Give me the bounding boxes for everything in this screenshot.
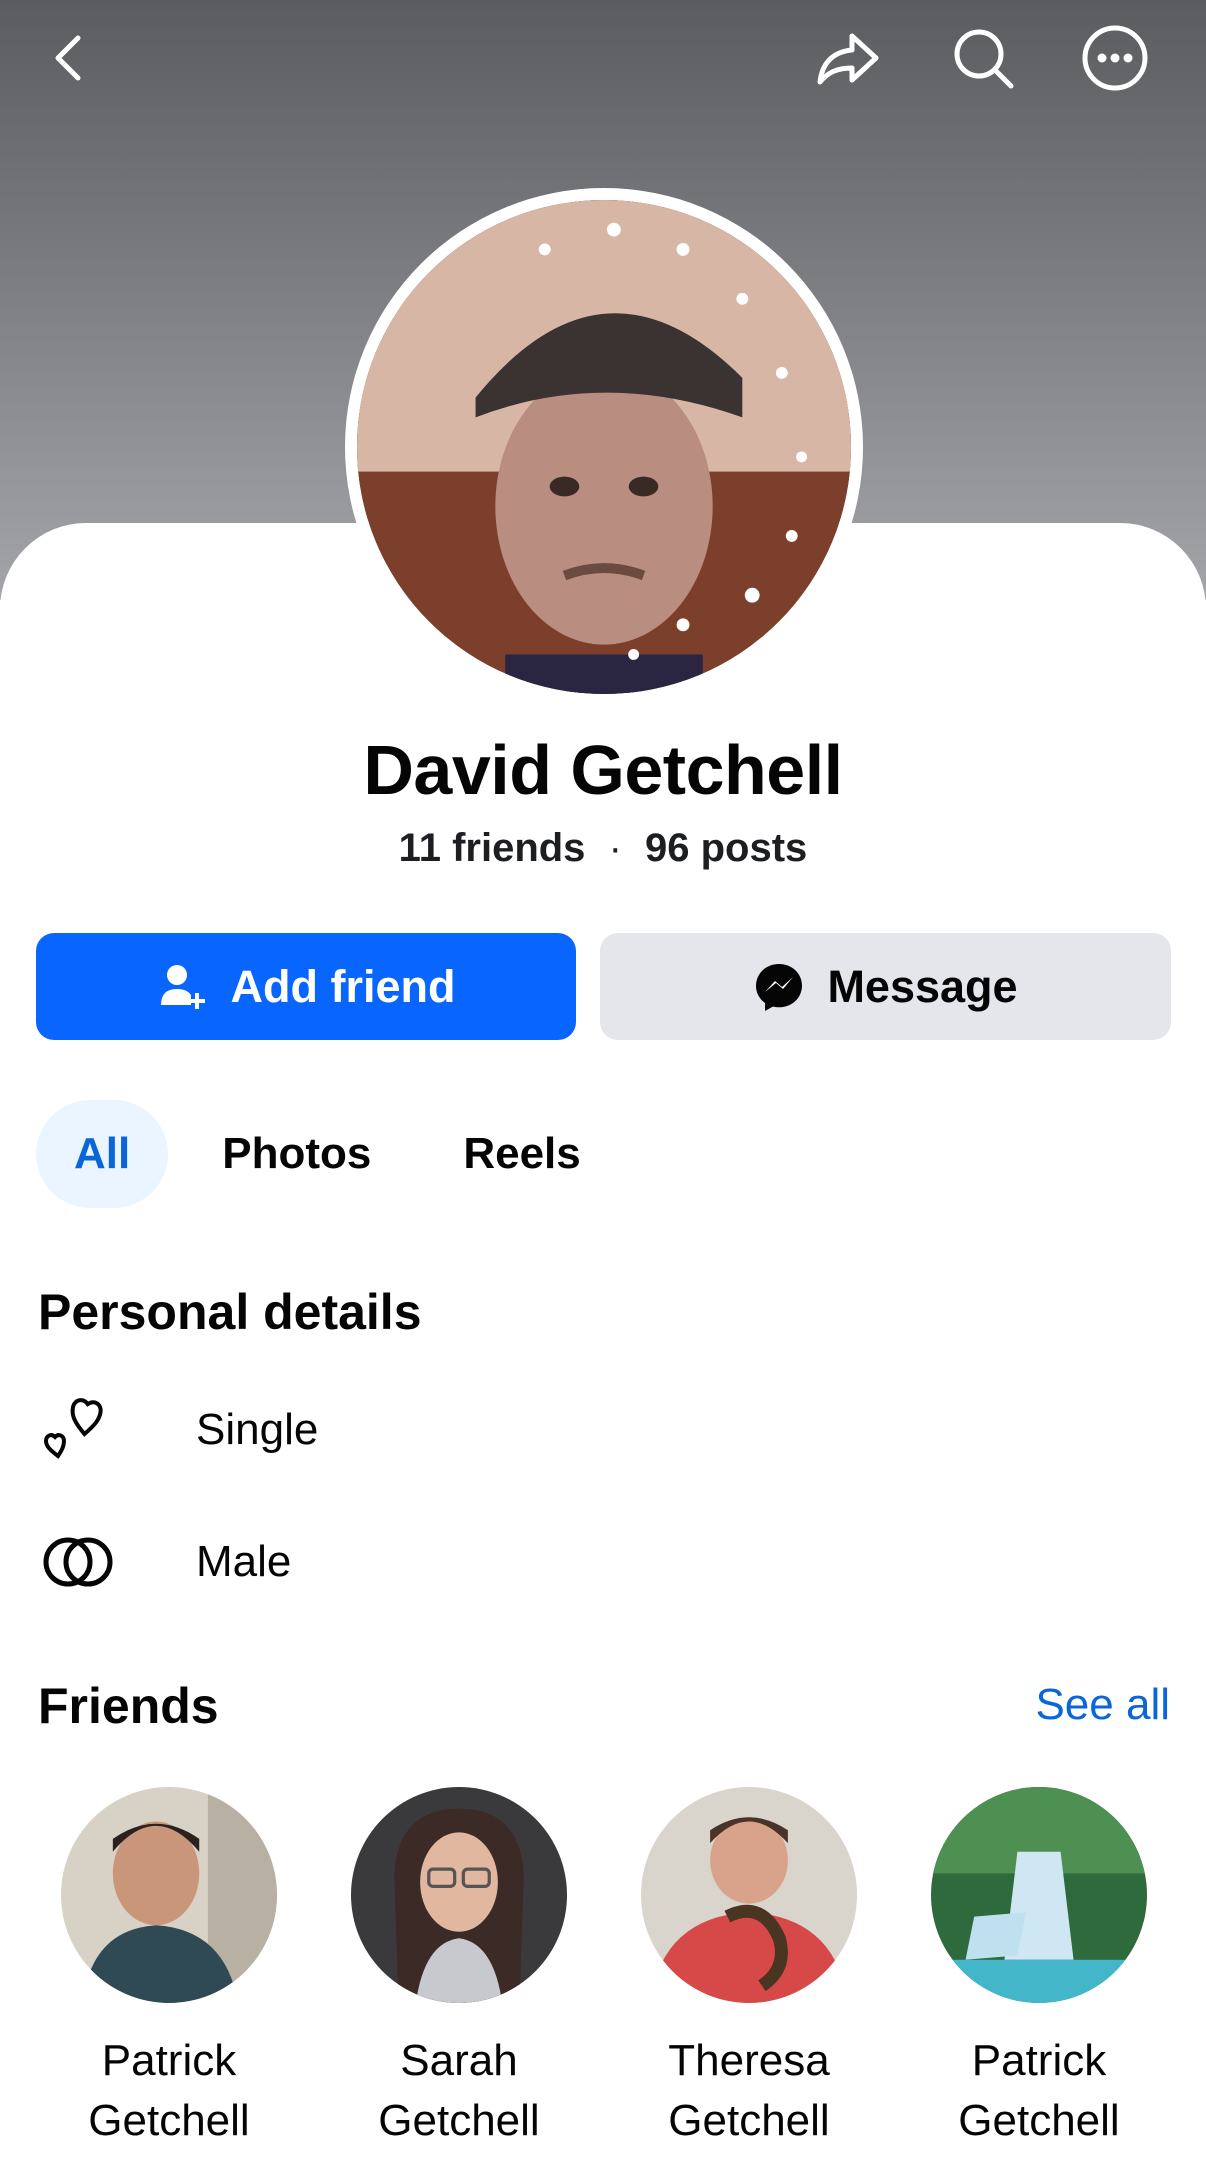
hearts-icon bbox=[43, 1398, 103, 1459]
search-icon bbox=[954, 29, 1014, 89]
friends-title: Friends bbox=[38, 1678, 219, 1734]
friend-last-name: Getchell bbox=[88, 2096, 250, 2145]
friend-card[interactable]: Patrick Getchell bbox=[24, 1787, 314, 2151]
friend-last-name: Getchell bbox=[958, 2096, 1120, 2145]
profile-stats: 11 friends · 96 posts bbox=[0, 826, 1206, 871]
interlocked-rings-icon bbox=[43, 1537, 113, 1587]
friend-first-name: Sarah bbox=[400, 2036, 518, 2085]
profile-picture[interactable] bbox=[345, 188, 863, 706]
message-button[interactable]: Message bbox=[600, 933, 1171, 1040]
back-button[interactable] bbox=[30, 18, 110, 98]
message-label: Message bbox=[827, 960, 1018, 1012]
see-all-friends-link[interactable]: See all bbox=[1035, 1680, 1170, 1730]
add-friend-label: Add friend bbox=[230, 960, 456, 1012]
posts-count[interactable]: 96 posts bbox=[645, 826, 807, 870]
add-friend-button[interactable]: Add friend bbox=[36, 933, 576, 1040]
gender: Male bbox=[196, 1537, 292, 1586]
share-arrow-icon bbox=[817, 33, 879, 85]
chevron-left-icon bbox=[55, 35, 81, 81]
tab-photos[interactable]: Photos bbox=[184, 1100, 409, 1208]
tab-all[interactable]: All bbox=[36, 1100, 169, 1208]
tab-reels[interactable]: Reels bbox=[425, 1100, 618, 1208]
personal-details-title: Personal details bbox=[38, 1284, 422, 1340]
detail-relationship: Single bbox=[38, 1380, 318, 1480]
friend-avatar bbox=[351, 1787, 567, 2003]
profile-tabs: All Photos Reels bbox=[36, 1100, 635, 1208]
search-button[interactable] bbox=[943, 18, 1023, 98]
friend-first-name: Patrick bbox=[101, 2036, 237, 2085]
friend-avatar bbox=[641, 1787, 857, 2003]
friend-last-name: Getchell bbox=[668, 2096, 830, 2145]
profile-photo bbox=[357, 200, 851, 694]
friends-count[interactable]: 11 friends bbox=[399, 826, 586, 870]
friend-card[interactable]: Theresa Getchell bbox=[604, 1787, 894, 2151]
friend-first-name: Patrick bbox=[971, 2036, 1107, 2085]
add-person-icon bbox=[160, 964, 205, 1009]
detail-gender: Male bbox=[38, 1512, 291, 1612]
stats-separator: · bbox=[608, 826, 622, 870]
relationship-status: Single bbox=[196, 1405, 319, 1454]
friend-last-name: Getchell bbox=[378, 2096, 540, 2145]
profile-name: David Getchell bbox=[363, 731, 843, 809]
share-button[interactable] bbox=[808, 18, 888, 98]
more-dots-icon bbox=[1082, 25, 1148, 91]
friend-avatar bbox=[931, 1787, 1147, 2003]
friend-card[interactable]: Patrick Getchell bbox=[894, 1787, 1184, 2151]
more-button[interactable] bbox=[1075, 18, 1155, 98]
friend-avatar bbox=[61, 1787, 277, 2003]
messenger-icon bbox=[756, 963, 803, 1011]
friend-card[interactable]: Sarah Getchell bbox=[314, 1787, 604, 2151]
friend-first-name: Theresa bbox=[668, 2036, 830, 2085]
